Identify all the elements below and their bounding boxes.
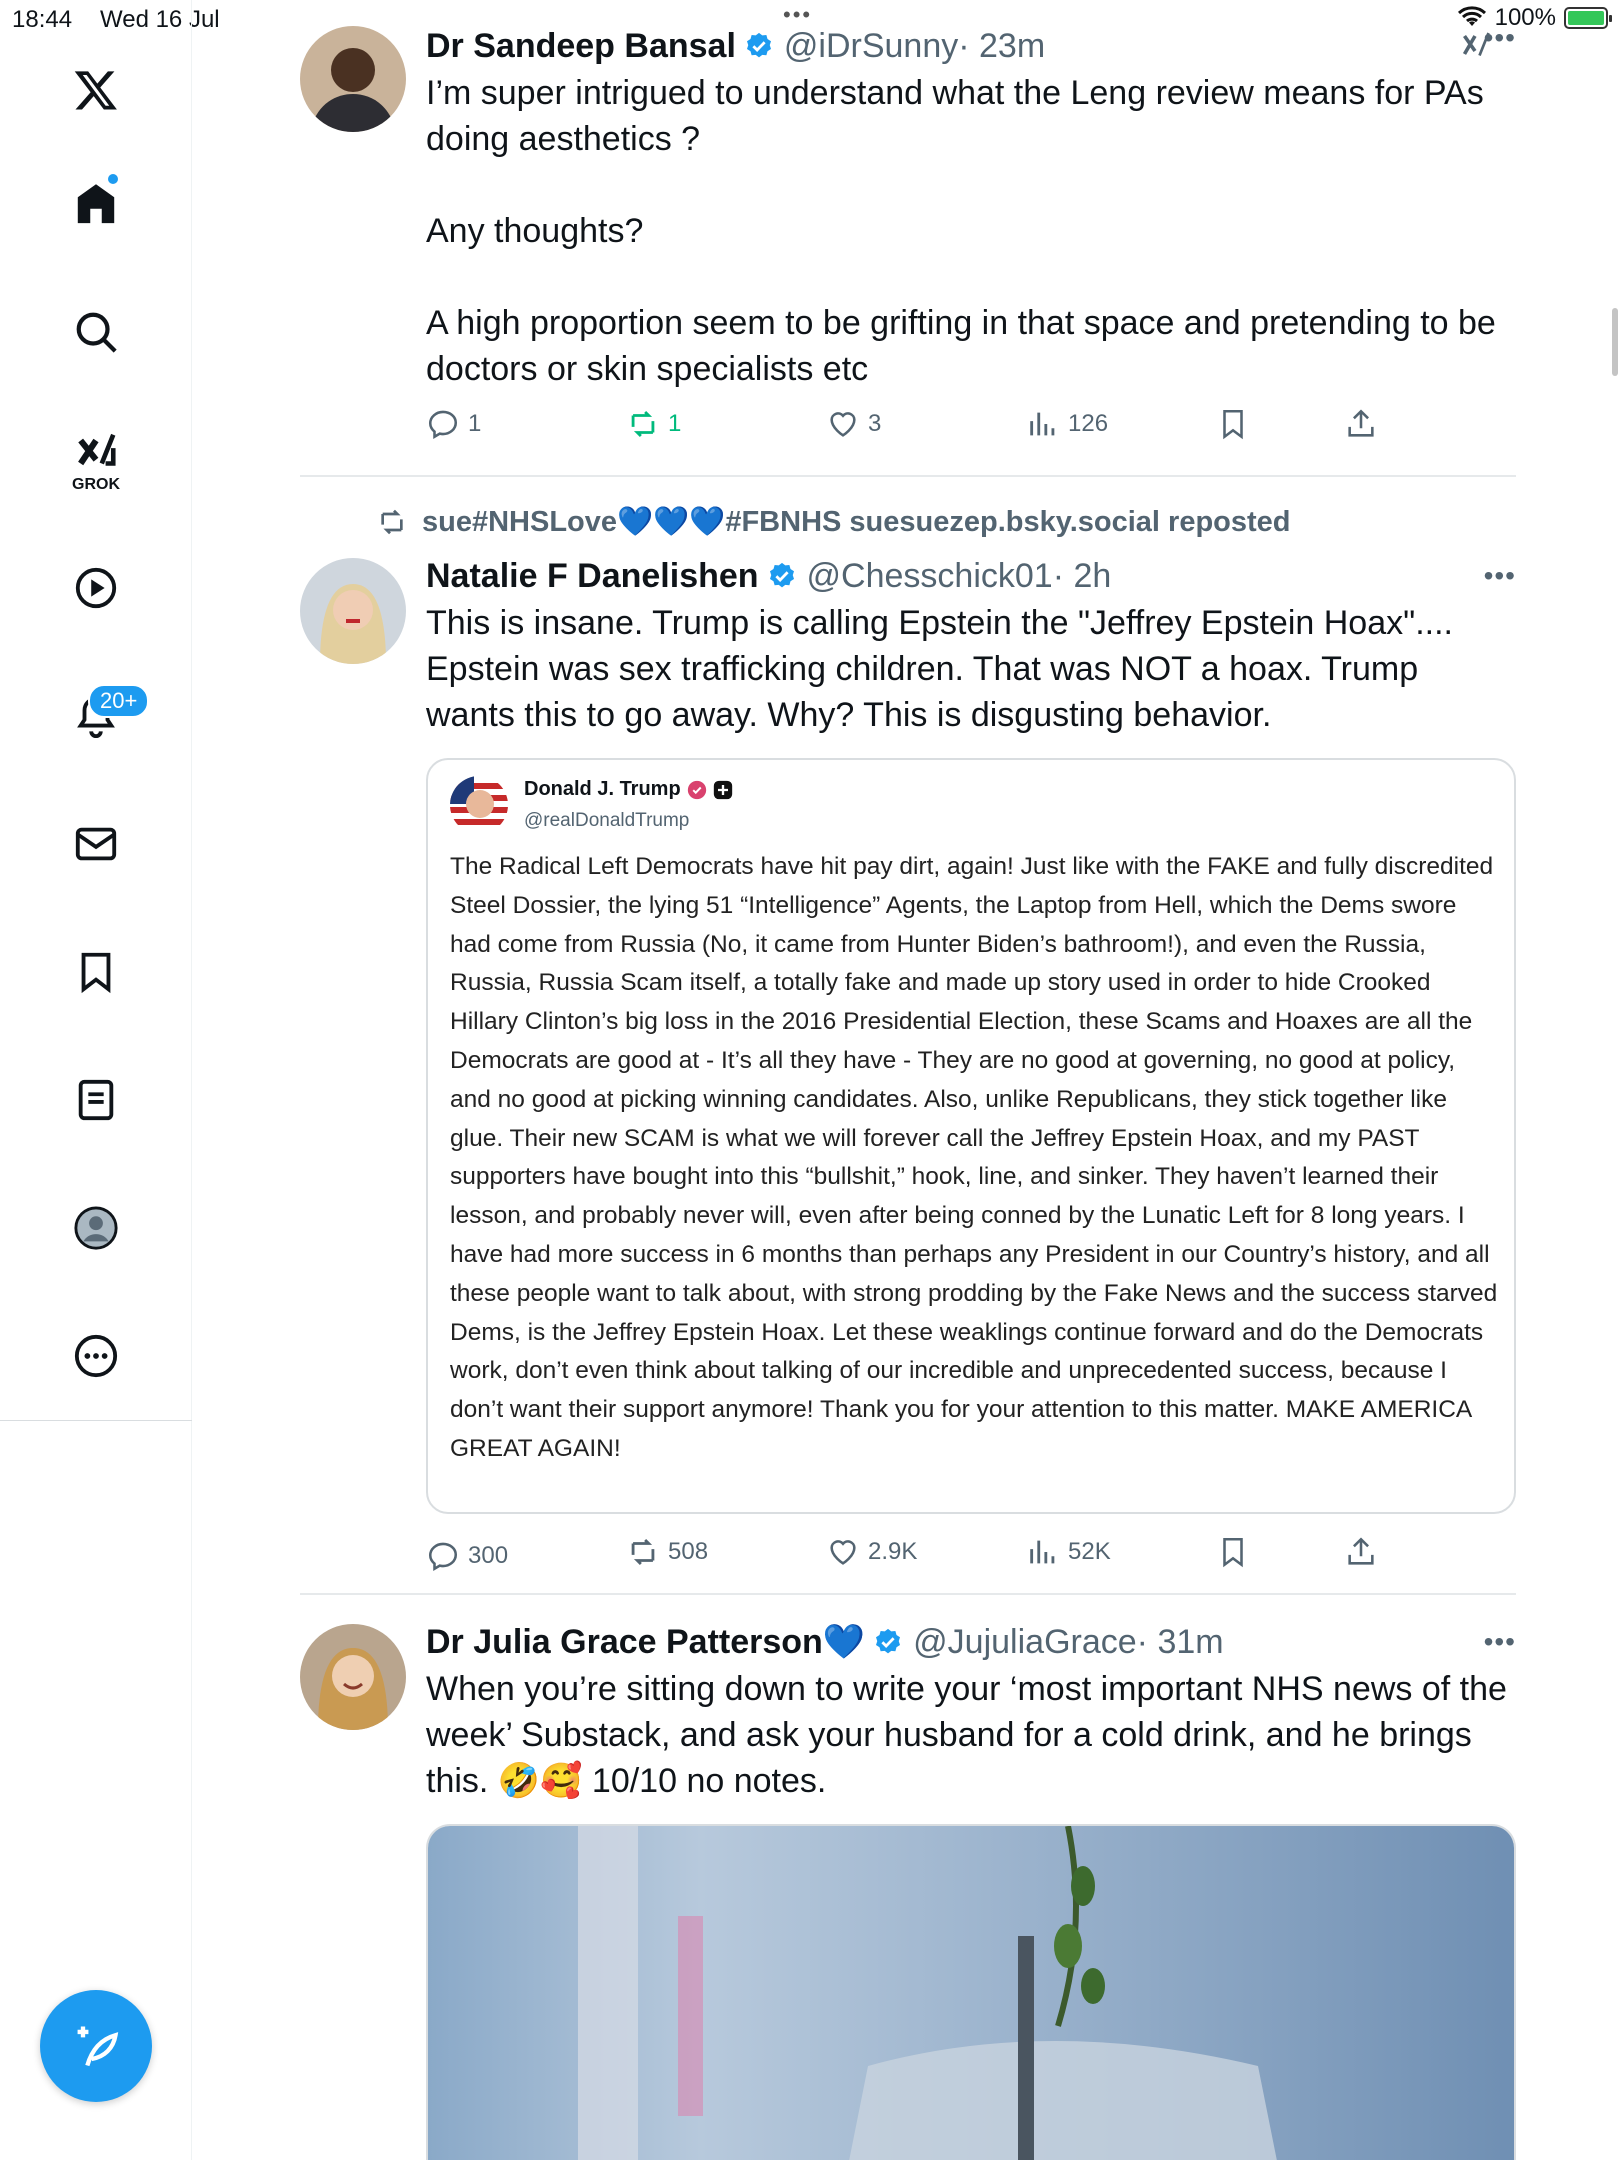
share-icon [1348, 409, 1374, 437]
tweet-actions: 1 1 3 126 [426, 407, 1426, 447]
grok-label: GROK [72, 476, 120, 493]
like-count: 3 [868, 410, 882, 437]
tweet-text: This is insane. Trump is calling Epstein… [426, 600, 1516, 738]
tweet-paragraph: A high proportion seem to be grifting in… [426, 304, 1496, 388]
profile-icon[interactable] [70, 1202, 122, 1254]
reply-icon [428, 1542, 458, 1571]
tweet-paragraph: This is insane. Trump is calling Epstein… [426, 604, 1453, 734]
repost-count: 508 [668, 1538, 709, 1565]
bookmark-icon [1223, 409, 1243, 440]
compose-quill-icon [77, 2026, 119, 2067]
bookmark-icon [1223, 1537, 1243, 1568]
list-icon[interactable] [70, 1074, 122, 1126]
scrollbar[interactable] [1612, 308, 1618, 376]
tweet-text: I’m super intrigued to understand what t… [426, 70, 1516, 392]
x-logo-icon[interactable] [70, 64, 122, 116]
quoted-post[interactable]: Donald J. Trump @realDonaldTrump The Rad… [426, 758, 1516, 1514]
verified-badge-icon [769, 562, 794, 588]
share-icon [1348, 1537, 1374, 1565]
avatar[interactable] [300, 558, 406, 664]
repost-icon [381, 509, 403, 535]
verified-badge-icon [876, 1628, 901, 1654]
quote-text: The Radical Left Democrats have hit pay … [450, 853, 1498, 1462]
grok-icon[interactable] [70, 426, 122, 478]
bookmark-button[interactable] [1216, 407, 1250, 441]
repost-count: 1 [668, 410, 682, 437]
reply-button[interactable]: 1 [426, 407, 481, 441]
verified-badge-icon [687, 780, 706, 799]
verified-badge-icon [746, 32, 771, 58]
views-button[interactable]: 126 [1026, 407, 1108, 441]
more-icon[interactable] [70, 1330, 122, 1382]
view-count: 52K [1068, 1538, 1111, 1565]
repost-icon [631, 1538, 655, 1566]
heart-icon [830, 412, 856, 437]
tweet-time[interactable]: · 2h [1053, 554, 1112, 598]
home-icon[interactable] [70, 178, 122, 230]
tweet-actions: 300 508 2.9K 52K [426, 1535, 1426, 1575]
quote-avatar [450, 776, 508, 834]
tweet-header: Natalie F Danelishen @Chesschick01 · 2h [426, 554, 1516, 598]
author-handle[interactable]: @iDrSunny [784, 24, 958, 68]
battery-icon [1564, 7, 1612, 29]
tweet-time[interactable]: · 31m [1137, 1620, 1224, 1664]
more-options-icon[interactable]: ••• [1484, 1626, 1516, 1658]
reply-count: 300 [468, 1542, 509, 1569]
repost-context-text: sue#NHSLove💙💙💙#FBNHS suesuezep.bsky.soci… [422, 506, 1291, 538]
reply-icon [428, 410, 458, 439]
tweet-divider [300, 475, 1516, 477]
share-button[interactable] [1344, 407, 1378, 441]
author-name[interactable]: Dr Sandeep Bansal [426, 24, 736, 68]
avatar[interactable] [300, 1624, 406, 1730]
reply-count: 1 [468, 410, 482, 437]
tweet-divider [300, 1593, 1516, 1595]
sidebar-divider [0, 1420, 192, 1421]
like-count: 2.9K [868, 1538, 918, 1565]
compose-button[interactable] [40, 1990, 152, 2102]
like-button[interactable]: 2.9K [826, 1535, 917, 1569]
repost-button[interactable]: 508 [626, 1535, 708, 1569]
view-count: 126 [1068, 410, 1109, 437]
author-handle[interactable]: @Chesschick01 [807, 554, 1053, 598]
reply-button[interactable]: 300 [426, 1539, 508, 1573]
repost-button[interactable]: 1 [626, 407, 681, 441]
tweet-time[interactable]: · 23m [958, 24, 1045, 68]
author-name[interactable]: Natalie F Danelishen [426, 554, 759, 598]
more-options-icon[interactable]: ••• [1484, 22, 1516, 54]
quote-author: Donald J. Trump [524, 778, 733, 801]
tweet-header: Dr Sandeep Bansal @iDrSunny · 23m [426, 24, 1516, 68]
tweet-header: Dr Julia Grace Patterson💙 @JujuliaGrace … [426, 1620, 1516, 1664]
more-options-icon[interactable]: ••• [1484, 560, 1516, 592]
repost-icon [631, 410, 655, 438]
quote-author-handle: @realDonaldTrump [524, 810, 690, 831]
repost-context[interactable]: sue#NHSLove💙💙💙#FBNHS suesuezep.bsky.soci… [376, 505, 1291, 539]
like-button[interactable]: 3 [826, 407, 881, 441]
sidebar: GROK 20+ [0, 0, 192, 2160]
mail-icon[interactable] [70, 818, 122, 870]
home-unread-dot [108, 174, 118, 184]
bookmark-icon[interactable] [70, 946, 122, 998]
plus-badge-icon [713, 780, 732, 799]
author-handle[interactable]: @JujuliaGrace [913, 1620, 1137, 1664]
avatar[interactable] [300, 26, 406, 132]
tweet-paragraph: When you’re sitting down to write your ‘… [426, 1670, 1507, 1800]
tweet-paragraph: Any thoughts? [426, 212, 644, 250]
views-chart-icon [1030, 1540, 1055, 1564]
search-icon[interactable] [70, 306, 122, 358]
drink-photo [428, 1826, 1514, 2160]
tweet-text: When you’re sitting down to write your ‘… [426, 1666, 1516, 1804]
video-icon[interactable] [70, 562, 122, 614]
views-chart-icon [1030, 412, 1055, 436]
bookmark-button[interactable] [1216, 1535, 1250, 1569]
heart-icon [830, 1540, 856, 1565]
quote-author-name: Donald J. Trump [524, 778, 681, 800]
views-button[interactable]: 52K [1026, 1535, 1111, 1569]
author-name[interactable]: Dr Julia Grace Patterson💙 [426, 1620, 865, 1664]
tweet-media-image[interactable] [426, 1824, 1516, 2160]
notifications-badge: 20+ [88, 684, 150, 718]
tweet-paragraph: I’m super intrigued to understand what t… [426, 74, 1484, 158]
share-button[interactable] [1344, 1535, 1378, 1569]
